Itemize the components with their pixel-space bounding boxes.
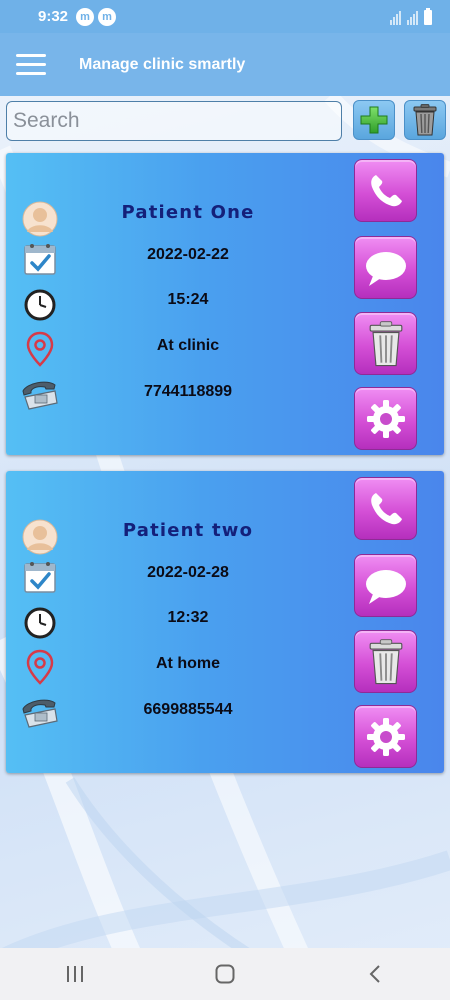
home-button[interactable] bbox=[195, 954, 255, 994]
clock-icon bbox=[20, 285, 60, 325]
status-bar: 9:32 m m bbox=[0, 0, 450, 33]
appointment-date: 2022-02-22 bbox=[147, 246, 229, 263]
patient-card[interactable]: Patient One 2022-02-22 15:24 At clinic 7… bbox=[6, 153, 444, 455]
delete-patient-button[interactable] bbox=[354, 312, 417, 375]
message-button[interactable] bbox=[354, 236, 417, 299]
user-avatar-icon bbox=[20, 199, 60, 239]
settings-button[interactable] bbox=[354, 387, 417, 450]
calendar-check-icon bbox=[20, 557, 60, 597]
location-pin-icon bbox=[20, 329, 60, 369]
recent-apps-button[interactable] bbox=[45, 954, 105, 994]
trash-can-icon bbox=[369, 638, 402, 684]
home-icon bbox=[215, 964, 235, 984]
patient-phone: 7744118899 bbox=[143, 383, 233, 400]
gear-icon bbox=[366, 399, 405, 438]
telephone-icon bbox=[20, 375, 60, 415]
delete-patient-button[interactable] bbox=[354, 630, 417, 693]
message-button[interactable] bbox=[354, 554, 417, 617]
recent-apps-icon bbox=[67, 966, 83, 982]
gear-icon bbox=[366, 717, 405, 756]
patient-phone: 6699885544 bbox=[143, 701, 233, 718]
location-pin-icon bbox=[20, 647, 60, 687]
status-time: 9:32 bbox=[38, 8, 69, 25]
phone-call-icon bbox=[370, 492, 402, 524]
calendar-check-icon bbox=[20, 239, 60, 279]
back-button[interactable] bbox=[345, 954, 405, 994]
message-bubble-icon bbox=[365, 569, 406, 604]
clock-icon bbox=[20, 603, 60, 643]
trash-can-icon bbox=[413, 104, 437, 136]
app-bar: Manage clinic smartly bbox=[0, 33, 450, 96]
user-avatar-icon bbox=[20, 517, 60, 557]
appointment-time: 15:24 bbox=[167, 291, 209, 308]
patient-card[interactable]: Patient two 2022-02-28 12:32 At home 669… bbox=[6, 471, 444, 773]
delete-all-button[interactable] bbox=[404, 100, 446, 140]
appointment-location: At clinic bbox=[156, 337, 220, 354]
wifi-signal-icon bbox=[390, 10, 401, 25]
notification-m-icon: m bbox=[76, 7, 95, 26]
appointment-location: At home bbox=[156, 655, 220, 672]
battery-icon bbox=[424, 7, 432, 25]
phone-call-icon bbox=[370, 174, 402, 206]
search-input[interactable] bbox=[6, 101, 342, 141]
patient-name: Patient One bbox=[121, 202, 255, 223]
back-chevron-icon bbox=[369, 965, 380, 983]
patient-name: Patient two bbox=[122, 520, 254, 541]
app-title: Manage clinic smartly bbox=[79, 55, 246, 73]
hamburger-menu-icon[interactable] bbox=[0, 33, 62, 96]
settings-button[interactable] bbox=[354, 705, 417, 768]
appointment-time: 12:32 bbox=[167, 609, 209, 626]
message-bubble-icon bbox=[365, 251, 406, 286]
search-row bbox=[0, 96, 450, 148]
telephone-icon bbox=[20, 693, 60, 733]
call-button[interactable] bbox=[354, 159, 417, 222]
trash-can-icon bbox=[369, 320, 402, 366]
notification-m-icon: m bbox=[98, 7, 117, 26]
cell-signal-icon bbox=[407, 10, 418, 25]
green-plus-icon bbox=[360, 106, 388, 134]
call-button[interactable] bbox=[354, 477, 417, 540]
add-patient-button[interactable] bbox=[353, 100, 395, 140]
appointment-date: 2022-02-28 bbox=[147, 564, 229, 581]
system-navigation-bar bbox=[0, 948, 450, 1000]
